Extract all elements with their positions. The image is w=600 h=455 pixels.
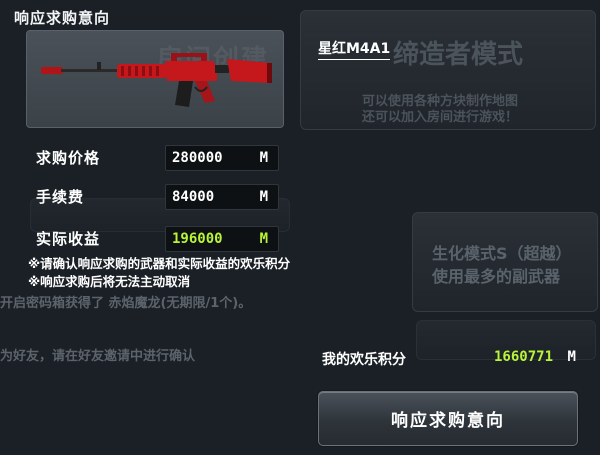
background-bio-mode-1: 生化模式S（超越） [432,244,572,263]
purchase-price-field: 280000 M [165,145,279,171]
my-points-number: 1660771 [494,349,554,365]
my-points-label: 我的欢乐积分 [322,352,406,368]
weapon-name: 星红M4A1 [318,38,391,60]
background-mode-title: 缔造者模式 [393,40,524,70]
fee-value: 84000 [172,189,215,205]
background-mode-desc-2: 还可以加入房间进行游戏！ [362,110,519,125]
note-confirm: ※请确认响应求购的武器和实际收益的欢乐积分 [28,256,291,271]
actual-income-value: 196000 [172,231,223,247]
background-reward-text: 开启密码箱获得了 赤焰魔龙(无期限/1个)。 [0,296,252,311]
m4a1-rifle-icon [41,53,272,107]
actual-income-field: 196000 M [165,226,279,252]
fee-field: 84000 M [165,184,279,210]
actual-income-label: 实际收益 [36,230,101,248]
actual-income-unit: M [259,231,268,247]
my-points-value: 1660771 M [494,349,576,365]
fee-label: 手续费 [36,188,85,206]
background-bio-mode-2: 使用最多的副武器 [432,267,561,286]
note-no-cancel: ※响应求购后将无法主动取消 [28,274,191,289]
dialog-title: 响应求购意向 [14,9,111,27]
respond-purchase-button[interactable]: 响应求购意向 [318,391,578,446]
weapon-preview: 房间创建 [26,30,284,128]
fee-unit: M [259,189,268,205]
purchase-price-label: 求购价格 [36,149,101,167]
background-friend-text: 为好友，请在好友邀请中进行确认 [0,349,196,364]
purchase-price-value: 280000 [172,150,223,166]
purchase-price-unit: M [259,150,268,166]
my-points-unit: M [567,349,576,365]
